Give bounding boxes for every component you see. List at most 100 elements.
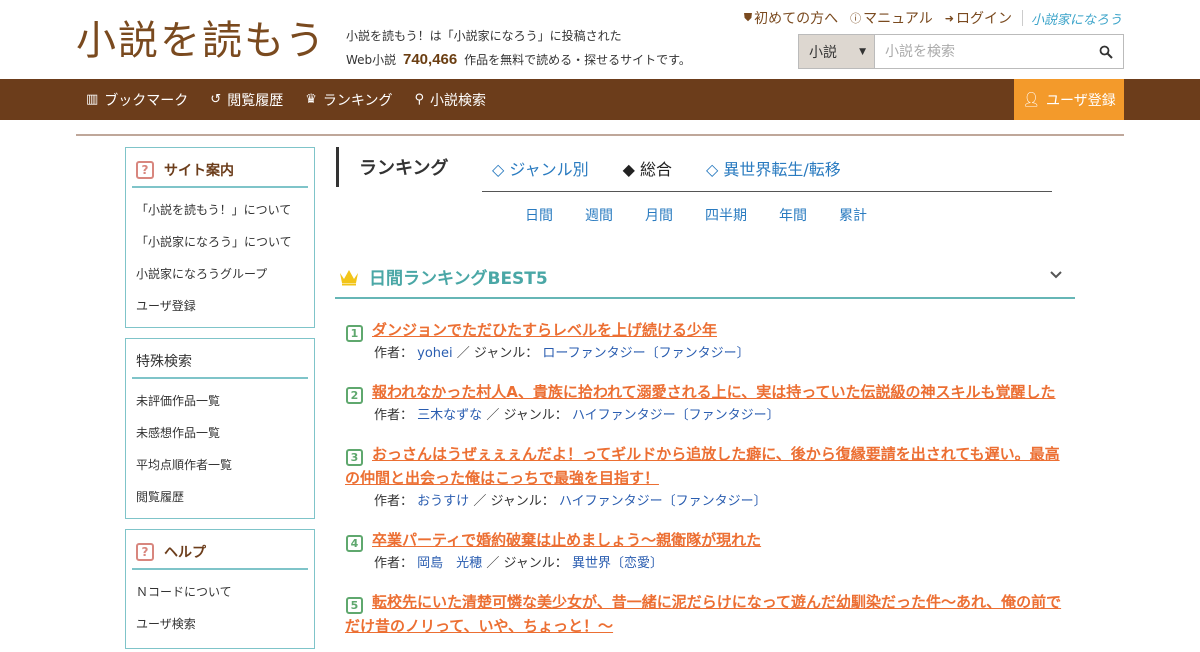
rank-number-icon: 5 <box>346 597 363 614</box>
novel-title-link[interactable]: ダンジョンでただひたすらレベルを上げ続ける少年 <box>345 318 1065 342</box>
sidebar-link-about-yomou[interactable]: 「小説を読もう！」について <box>136 194 314 226</box>
crown-icon: ♛ <box>305 92 317 107</box>
search-type-value: 小説 <box>809 44 837 61</box>
shield-icon: ⛊ <box>743 11 753 24</box>
site-header: 小説を読もう! 小説を読もう！は「小説家になろう」に投稿された Web小説 74… <box>0 0 1200 79</box>
question-icon: ? <box>136 543 154 561</box>
help-circle-icon: ⓘ <box>850 12 862 25</box>
login-icon: ➜ <box>944 11 954 25</box>
sidebar-link-narou-group[interactable]: 小説家になろうグループ <box>136 258 314 290</box>
special-search-box: 特殊検索 未評価作品一覧 未感想作品一覧 平均点順作者一覧 閲覧履歴 <box>125 338 315 519</box>
search-input[interactable] <box>875 35 1089 68</box>
site-logo[interactable]: 小説を読もう! <box>76 16 330 64</box>
sidebar-link-unrated[interactable]: 未評価作品一覧 <box>136 385 314 417</box>
login-link[interactable]: ➜ ログイン <box>945 8 1012 28</box>
tagline-line1: 小説を読もう！は「小説家になろう」に投稿された <box>346 29 622 43</box>
ranking-item: 1 ダンジョンでただひたすらレベルを上げ続ける少年 作者： yohei ／ ジャ… <box>345 318 1065 380</box>
novel-title-link[interactable]: おっさんはうぜぇぇぇんだよ！ってギルドから追放した癖に、後から復縁要請を出されて… <box>345 442 1065 490</box>
tagline-line2: Web小説 740,466 作品を無料で読める・探せるサイトです。 <box>346 48 691 72</box>
ranking-item: 2 報われなかった村人A、貴族に拾われて溺愛される上に、実は持っていた伝説級の神… <box>345 380 1065 442</box>
caret-down-icon: ▼ <box>859 46 866 57</box>
novel-title-link[interactable]: 報われなかった村人A、貴族に拾われて溺愛される上に、実は持っていた伝説級の神スキ… <box>345 380 1065 404</box>
site-guide-box: ? サイト案内 「小説を読もう！」について 「小説家になろう」について 小説家に… <box>125 147 315 328</box>
period-quarterly[interactable]: 四半期 <box>705 205 747 225</box>
sidebar-link-about-narou[interactable]: 「小説家になろう」について <box>136 226 314 258</box>
chevron-down-icon[interactable] <box>1049 268 1063 282</box>
author-link[interactable]: 三木なずな <box>417 408 482 423</box>
period-monthly[interactable]: 月間 <box>645 205 673 225</box>
tab-underline <box>482 191 1052 192</box>
author-link[interactable]: yohei <box>417 346 453 361</box>
novel-title-link[interactable]: 卒業パーティで婚約破棄は止めましょう～親衛隊が現れた <box>345 528 1065 552</box>
crown-icon <box>340 269 358 285</box>
user-icon: 👤︎ <box>1022 91 1041 108</box>
site-tagline: 小説を読もう！は「小説家になろう」に投稿された Web小説 740,466 作品… <box>346 24 691 72</box>
genre-link[interactable]: 異世界〔恋愛〕 <box>572 556 663 571</box>
ranking-tabs: ◇ ジャンル別 ◆ 総合 ◇ 異世界転生/転移 <box>492 156 875 180</box>
content-divider <box>76 134 1124 136</box>
manual-link[interactable]: ⓘ マニュアル <box>850 8 933 28</box>
ranking-title: ランキング <box>336 147 448 187</box>
author-link[interactable]: 岡島 光穂 <box>417 556 482 571</box>
ranking-list: 1 ダンジョンでただひたすらレベルを上げ続ける少年 作者： yohei ／ ジャ… <box>345 318 1065 652</box>
nav-history[interactable]: ↺ 閲覧履歴 <box>210 90 283 110</box>
novel-meta: 作者： おうすけ ／ ジャンル： ハイファンタジー〔ファンタジー〕 <box>374 494 767 509</box>
genre-link[interactable]: ローファンタジー〔ファンタジー〕 <box>542 346 749 361</box>
bookmark-icon: ▥ <box>86 92 99 107</box>
search-button[interactable] <box>1089 35 1123 68</box>
period-links: 日間 週間 月間 四半期 年間 累計 <box>525 205 899 225</box>
search-type-select[interactable]: 小説 ▼ <box>799 35 875 68</box>
daily-best5-header[interactable]: 日間ランキングBEST5 <box>335 256 1075 299</box>
ranking-item: 4 卒業パーティで婚約破棄は止めましょう～親衛隊が現れた 作者： 岡島 光穂 ／… <box>345 528 1065 590</box>
svg-text:小説を読もう!: 小説を読もう! <box>76 18 330 64</box>
novel-count: 740,466 <box>403 51 458 68</box>
ranking-item: 3 おっさんはうぜぇぇぇんだよ！ってギルドから追放した癖に、後から復縁要請を出さ… <box>345 442 1065 528</box>
nav-bookmark[interactable]: ▥ ブックマーク <box>86 90 188 110</box>
period-daily[interactable]: 日間 <box>525 205 553 225</box>
help-box: ? ヘルプ Ｎコードについて ユーザ検索 <box>125 529 315 649</box>
best5-title: 日間ランキングBEST5 <box>369 269 548 289</box>
novel-title-link[interactable]: 転校先にいた清楚可憐な美少女が、昔一緒に泥だらけになって遊んだ幼馴染だった件～あ… <box>345 590 1065 638</box>
sidebar-link-no-review[interactable]: 未感想作品一覧 <box>136 417 314 449</box>
rank-number-icon: 3 <box>346 449 363 466</box>
rank-number-icon: 4 <box>346 535 363 552</box>
author-link[interactable]: おうすけ <box>417 494 469 509</box>
header-links: ⛊ 初めての方へ ⓘ マニュアル ➜ ログイン 小説家になろう <box>732 8 1122 28</box>
tab-genre[interactable]: ◇ ジャンル別 <box>492 156 589 180</box>
genre-link[interactable]: ハイファンタジー〔ファンタジー〕 <box>572 408 780 423</box>
sidebar-link-history[interactable]: 閲覧履歴 <box>136 481 314 513</box>
tagline-suffix: 作品を無料で読める・探せるサイトです。 <box>464 53 691 67</box>
period-yearly[interactable]: 年間 <box>779 205 807 225</box>
history-icon: ↺ <box>210 92 222 107</box>
tagline-prefix: Web小説 <box>346 53 397 67</box>
register-button[interactable]: 👤︎ ユーザ登録 <box>1014 79 1124 120</box>
sidebar-link-user-search[interactable]: ユーザ検索 <box>136 608 314 640</box>
search-bar: 小説 ▼ <box>798 34 1124 69</box>
novel-meta: 作者： 岡島 光穂 ／ ジャンル： 異世界〔恋愛〕 <box>374 556 663 571</box>
search-icon: ⚲ <box>414 92 424 107</box>
search-icon <box>1099 45 1113 59</box>
header-link-divider <box>1021 10 1023 26</box>
sidebar-link-ncode[interactable]: Ｎコードについて <box>136 576 314 608</box>
sidebar-link-average-authors[interactable]: 平均点順作者一覧 <box>136 449 314 481</box>
beginners-link[interactable]: ⛊ 初めての方へ <box>744 8 838 28</box>
main-nav: ▥ ブックマーク ↺ 閲覧履歴 ♛ ランキング ⚲ 小説検索 👤︎ ユーザ登録 <box>0 79 1200 120</box>
help-heading: ? ヘルプ <box>132 536 308 570</box>
nav-ranking[interactable]: ♛ ランキング <box>305 90 392 110</box>
tab-isekai[interactable]: ◇ 異世界転生/転移 <box>706 156 841 180</box>
period-total[interactable]: 累計 <box>839 205 867 225</box>
novel-meta: 作者： 三木なずな ／ ジャンル： ハイファンタジー〔ファンタジー〕 <box>374 408 780 423</box>
main-container: ? サイト案内 「小説を読もう！」について 「小説家になろう」について 小説家に… <box>76 120 1124 649</box>
nav-search[interactable]: ⚲ 小説検索 <box>414 90 486 110</box>
sidebar-link-register[interactable]: ユーザ登録 <box>136 290 314 322</box>
question-icon: ? <box>136 161 154 179</box>
special-search-heading: 特殊検索 <box>132 345 308 379</box>
narou-logo[interactable]: 小説家になろう <box>1031 9 1122 28</box>
site-guide-heading: ? サイト案内 <box>132 154 308 188</box>
rank-number-icon: 1 <box>346 325 363 342</box>
rank-number-icon: 2 <box>346 387 363 404</box>
period-weekly[interactable]: 週間 <box>585 205 613 225</box>
tab-overall[interactable]: ◆ 総合 <box>623 156 672 180</box>
genre-link[interactable]: ハイファンタジー〔ファンタジー〕 <box>559 494 767 509</box>
ranking-item: 5 転校先にいた清楚可憐な美少女が、昔一緒に泥だらけになって遊んだ幼馴染だった件… <box>345 590 1065 652</box>
